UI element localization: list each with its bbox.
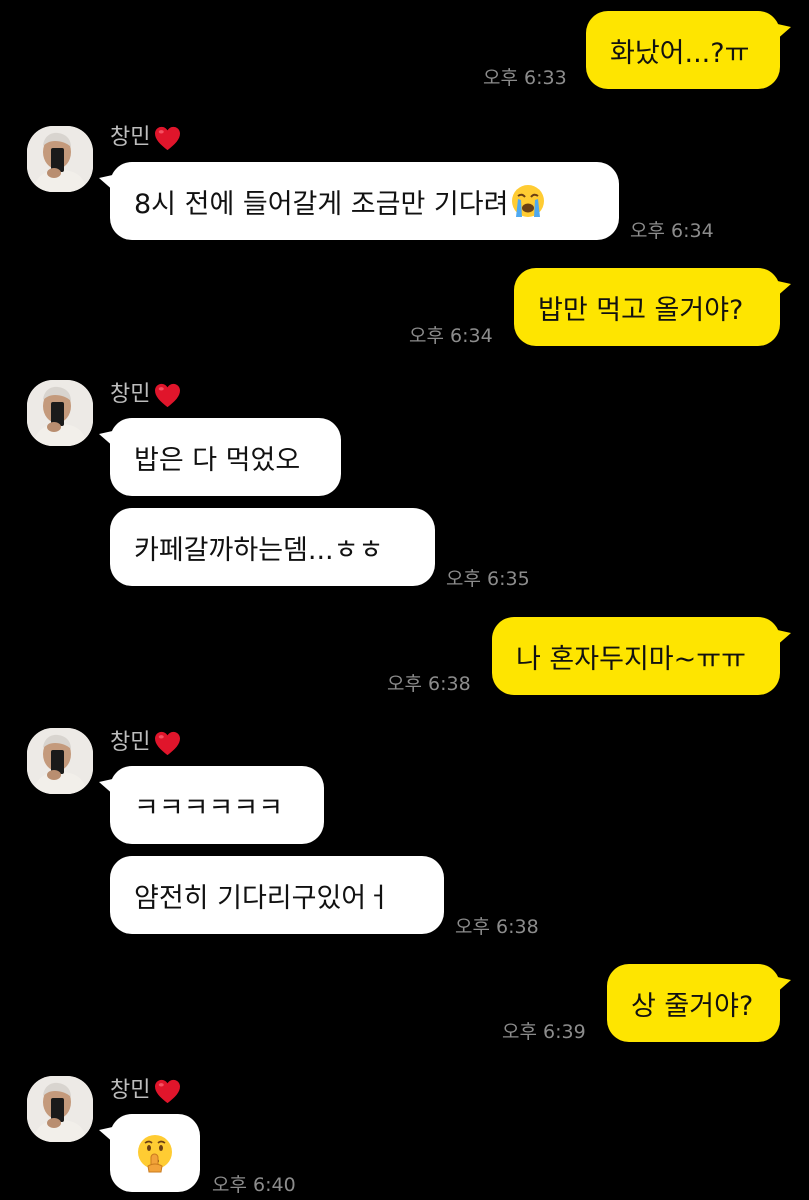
message-bubble-received[interactable]: 카페갈까하는뎀...ㅎㅎ bbox=[110, 508, 435, 586]
bubble-tail bbox=[99, 174, 117, 192]
bubble-tail bbox=[773, 280, 791, 298]
message-text: 카페갈까하는뎀...ㅎㅎ bbox=[134, 534, 384, 566]
message-bubble-sent[interactable]: 밥만 먹고 올거야? bbox=[514, 268, 780, 346]
bubble-tail bbox=[773, 976, 791, 994]
avatar-photo bbox=[27, 1076, 93, 1142]
message-bubble-received[interactable]: ㅋㅋㅋㅋㅋㅋ bbox=[110, 766, 324, 844]
message-bubble-received[interactable]: 8시 전에 들어갈게 조금만 기다려 bbox=[110, 162, 619, 240]
message-bubble-sent[interactable]: 나 혼자두지마~ㅠㅠ bbox=[492, 617, 780, 695]
message-text: 밥만 먹고 올거야? bbox=[538, 294, 744, 326]
sender-name: 창민 bbox=[110, 729, 181, 757]
message-timestamp: 오후 6:40 bbox=[212, 1174, 296, 1196]
message-text: ㅋㅋㅋㅋㅋㅋ bbox=[134, 792, 284, 824]
bubble-tail bbox=[773, 629, 791, 647]
sender-name: 창민 bbox=[110, 124, 181, 152]
message-timestamp: 오후 6:38 bbox=[455, 916, 539, 938]
message-text: 나 혼자두지마~ㅠㅠ bbox=[516, 643, 746, 675]
loudly-crying-face-icon bbox=[512, 185, 545, 217]
avatar[interactable] bbox=[27, 126, 93, 192]
avatar[interactable] bbox=[27, 1076, 93, 1142]
message-timestamp: 오후 6:35 bbox=[446, 568, 530, 590]
avatar-photo bbox=[27, 380, 93, 446]
bubble-tail bbox=[99, 778, 117, 796]
avatar-photo bbox=[27, 126, 93, 192]
sender-name: 창민 bbox=[110, 1077, 181, 1105]
message-timestamp: 오후 6:34 bbox=[409, 325, 493, 347]
avatar-photo bbox=[27, 728, 93, 794]
bubble-tail bbox=[773, 23, 791, 41]
message-timestamp: 오후 6:33 bbox=[483, 67, 567, 89]
bubble-tail bbox=[99, 430, 117, 448]
shushing-face-icon bbox=[138, 1135, 172, 1173]
heart-icon bbox=[154, 731, 181, 756]
heart-icon bbox=[154, 126, 181, 151]
heart-icon bbox=[154, 1079, 181, 1104]
message-timestamp: 오후 6:34 bbox=[630, 220, 714, 242]
message-bubble-sent[interactable]: 상 줄거야? bbox=[607, 964, 780, 1042]
message-text: 8시 전에 들어갈게 조금만 기다려 bbox=[134, 188, 509, 220]
message-bubble-received[interactable] bbox=[110, 1114, 200, 1192]
message-text: 상 줄거야? bbox=[631, 990, 754, 1022]
avatar[interactable] bbox=[27, 728, 93, 794]
message-text: 밥은 다 먹었오 bbox=[134, 444, 301, 476]
heart-icon bbox=[154, 383, 181, 408]
message-bubble-sent[interactable]: 화났어...?ㅠ bbox=[586, 11, 780, 89]
sender-name: 창민 bbox=[110, 381, 181, 409]
avatar[interactable] bbox=[27, 380, 93, 446]
message-bubble-received[interactable]: 얌전히 기다리구있어ㅓ bbox=[110, 856, 444, 934]
bubble-tail bbox=[99, 1126, 117, 1144]
message-timestamp: 오후 6:39 bbox=[502, 1021, 586, 1043]
message-bubble-received[interactable]: 밥은 다 먹었오 bbox=[110, 418, 341, 496]
message-timestamp: 오후 6:38 bbox=[387, 673, 471, 695]
message-text: 화났어...?ㅠ bbox=[610, 37, 750, 69]
message-text: 얌전히 기다리구있어ㅓ bbox=[134, 882, 391, 914]
